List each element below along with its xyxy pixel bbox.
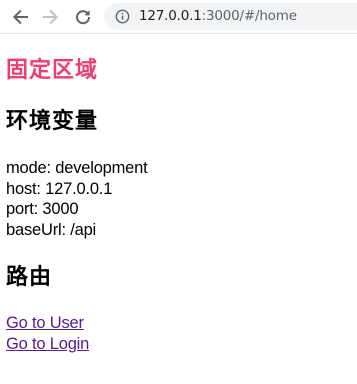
route-heading: 路由 — [6, 265, 53, 290]
env-variable-list: mode: development host: 127.0.0.1 port: … — [6, 158, 148, 240]
env-mode: mode: development — [6, 159, 148, 177]
url-text[interactable]: 127.0.0.1:3000/#/home — [139, 7, 297, 26]
fixed-area-title: 固定区域 — [6, 58, 99, 83]
go-to-user-link[interactable]: Go to User — [6, 313, 89, 334]
arrow-right-icon — [43, 9, 59, 25]
arrow-left-icon — [12, 9, 28, 25]
env-host: host: 127.0.0.1 — [6, 179, 113, 198]
browser-toolbar: 127.0.0.1:3000/#/home — [0, 0, 357, 34]
back-button[interactable] — [8, 5, 32, 29]
url-host: 127.0.0.1 — [139, 8, 202, 24]
env-base-url: baseUrl: /api — [6, 220, 97, 239]
forward-button[interactable] — [39, 5, 63, 29]
address-bar[interactable]: 127.0.0.1:3000/#/home — [104, 3, 357, 30]
reload-icon — [76, 10, 91, 25]
env-port: port: 3000 — [6, 200, 79, 218]
go-to-login-link[interactable]: Go to Login — [6, 334, 89, 355]
route-links: Go to User Go to Login — [6, 313, 89, 355]
env-heading: 环境变量 — [6, 109, 99, 134]
info-icon[interactable] — [115, 9, 130, 24]
browser-window: { "browser": { "url_host": "127.0.0.1", … — [0, 0, 357, 384]
reload-button[interactable] — [71, 5, 95, 29]
url-path: :3000/#/home — [201, 8, 297, 24]
